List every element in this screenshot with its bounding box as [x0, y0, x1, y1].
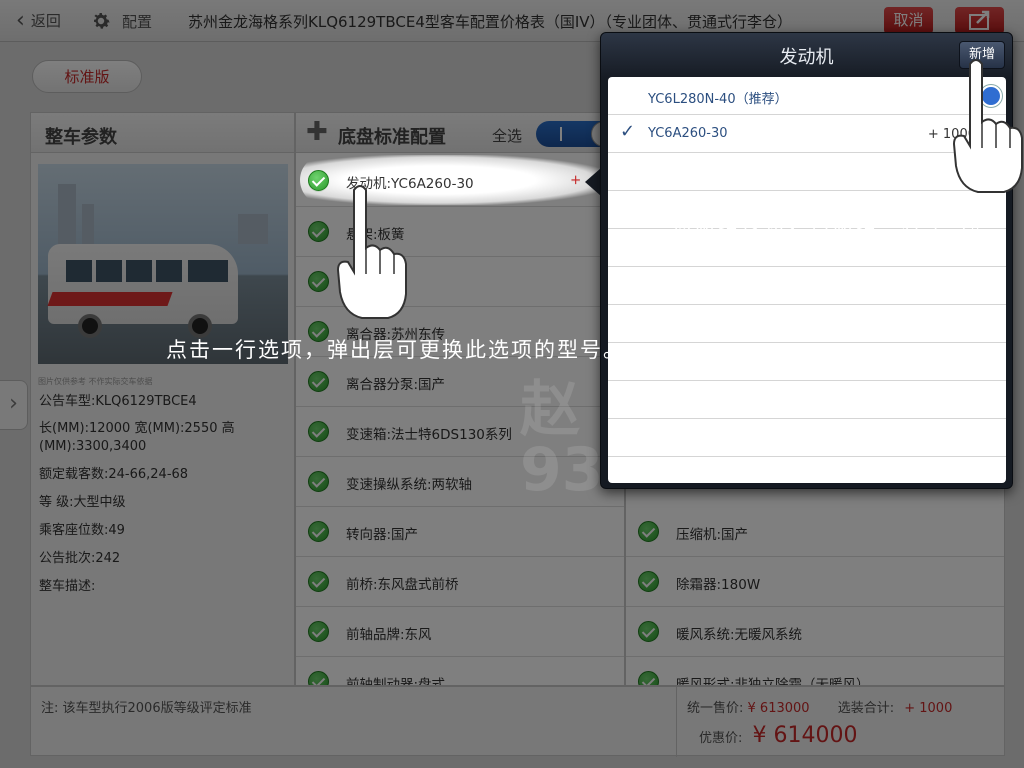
watermark: 赵 93 — [520, 375, 604, 505]
engine-option[interactable]: YC6L280N-40（推荐） — [608, 77, 1006, 115]
row-hint-text: 点击一行选项，弹出层可更换此选项的型号。 — [166, 338, 626, 362]
row-price-sign: + — [570, 172, 582, 188]
engine-option-selected[interactable]: ✓ YC6A260-30 + 1000 — [608, 115, 1006, 153]
empty-row — [608, 305, 1006, 343]
empty-row — [608, 381, 1006, 419]
empty-row — [608, 267, 1006, 305]
empty-row — [608, 153, 1006, 191]
pointing-hand-icon — [952, 59, 1023, 193]
pointing-hand-icon — [336, 185, 407, 319]
check-icon[interactable] — [308, 170, 329, 191]
empty-row — [608, 343, 1006, 381]
checkmark-icon: ✓ — [620, 121, 636, 142]
engine-option-name: YC6L280N-40（推荐） — [648, 92, 788, 107]
popover-arrow — [585, 168, 601, 196]
engine-option-name: YC6A260-30 — [648, 126, 728, 141]
add-hint-text: 点新增按钮，可新增一种型号。 — [672, 212, 994, 236]
empty-row — [608, 419, 1006, 457]
engine-option-list: YC6L280N-40（推荐） ✓ YC6A260-30 + 1000 — [608, 77, 1006, 483]
